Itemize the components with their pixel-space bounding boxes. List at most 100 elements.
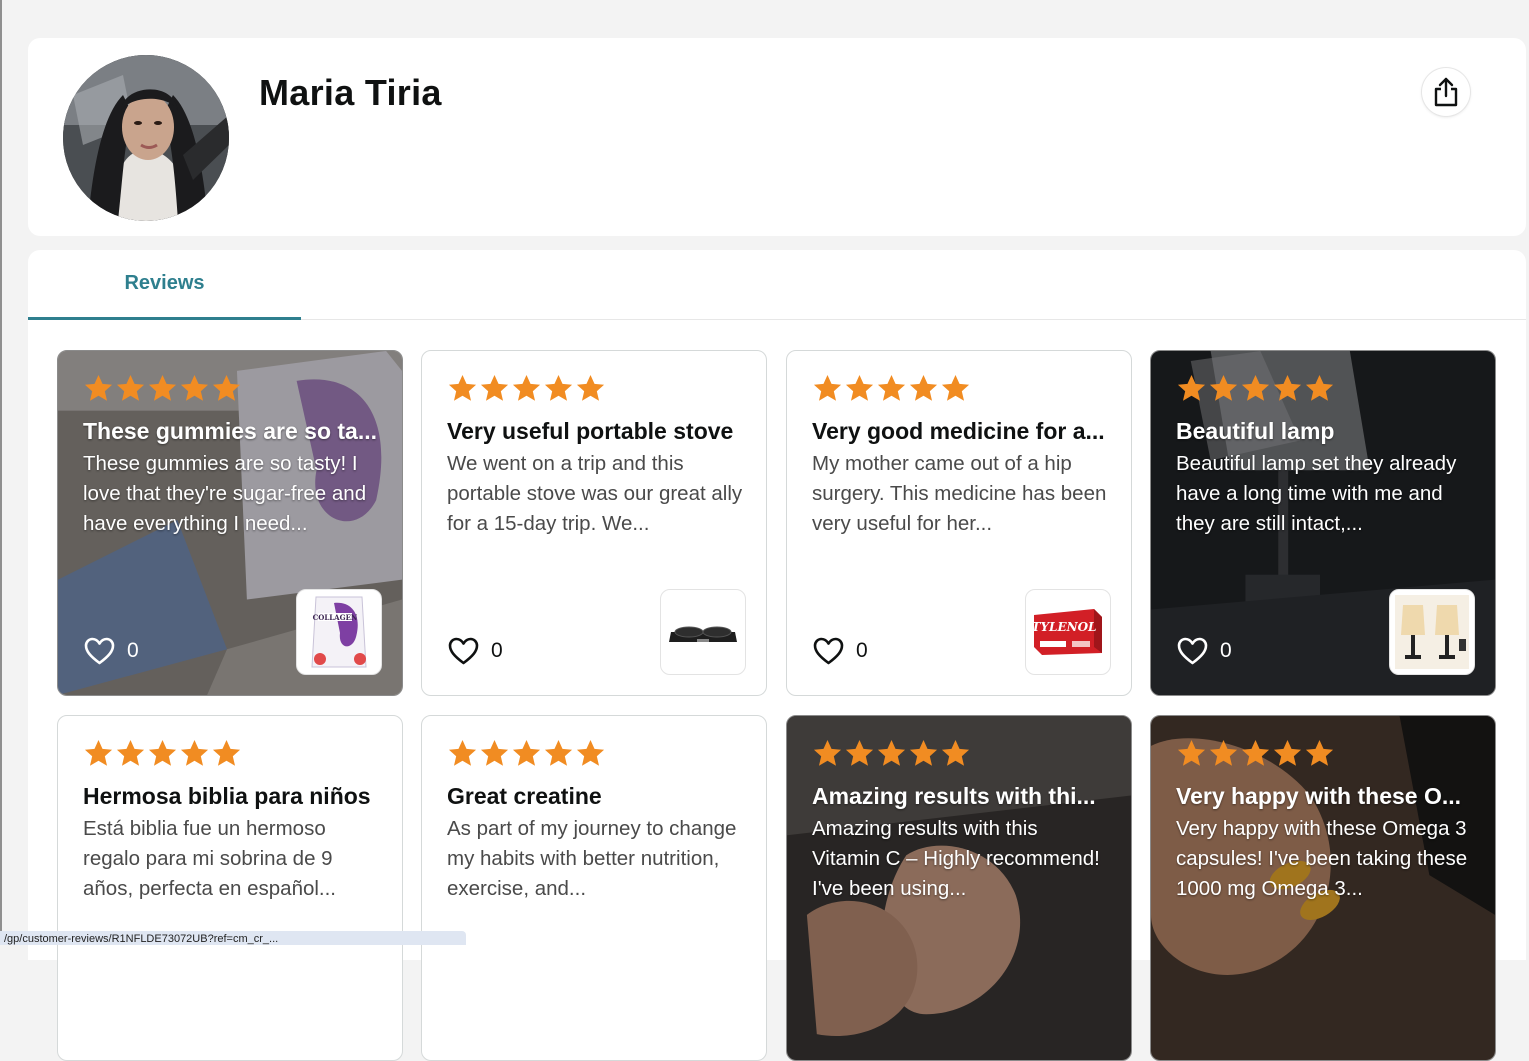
review-text: My mother came out of a hip surgery. Thi… <box>812 452 1107 535</box>
star-icon <box>1305 374 1334 401</box>
product-thumbnail[interactable]: TYLENOL <box>1025 589 1111 675</box>
avatar <box>63 55 229 221</box>
product-thumbnail[interactable] <box>660 589 746 675</box>
profile-tabs: Reviews <box>28 250 1526 320</box>
star-icon <box>544 739 573 766</box>
star-rating <box>812 738 1111 768</box>
collagen-gummies-product-image: COLLAGEN <box>311 596 367 668</box>
review-title: These gummies are so ta... <box>83 418 378 444</box>
review-title: Very good medicine for a... <box>812 418 1105 444</box>
review-text: Beautiful lamp set they already have a l… <box>1176 452 1457 535</box>
star-rating <box>447 373 746 403</box>
tab-reviews[interactable]: Reviews <box>28 250 301 320</box>
like-control[interactable]: 0 <box>448 637 503 665</box>
profile-name: Maria Tiria <box>259 72 442 113</box>
review-card[interactable]: Very good medicine for a... My mother ca… <box>786 350 1132 696</box>
star-icon <box>148 374 177 401</box>
review-text: These gummies are so tasty! I love that … <box>83 452 367 535</box>
review-content: Very good medicine for a... My mother ca… <box>812 373 1111 539</box>
star-icon <box>877 374 906 401</box>
review-text: Está biblia fue un hermoso regalo para m… <box>83 817 337 900</box>
tylenol-product-image: TYLENOL <box>1032 609 1102 655</box>
review-content: Great creatine As part of my journey to … <box>447 738 746 904</box>
star-icon <box>180 739 209 766</box>
like-control[interactable]: 0 <box>84 637 139 665</box>
svg-text:COLLAGEN: COLLAGEN <box>313 613 358 622</box>
like-count: 0 <box>491 639 503 662</box>
product-thumbnail[interactable]: COLLAGEN <box>296 589 382 675</box>
portable-stove-product-image <box>669 626 737 642</box>
review-title: Amazing results with thi... <box>812 783 1096 809</box>
share-icon <box>1434 77 1458 107</box>
star-icon <box>544 374 573 401</box>
star-icon <box>84 374 113 401</box>
review-content: Very useful portable stove We went on a … <box>447 373 746 539</box>
review-content: Very happy with these O... Very happy wi… <box>1176 738 1475 904</box>
review-card[interactable]: Hermosa biblia para niños Está biblia fu… <box>57 715 403 1061</box>
star-rating <box>812 373 1111 403</box>
star-icon <box>909 374 938 401</box>
window-left-edge <box>0 0 2 945</box>
star-rating <box>1176 738 1475 768</box>
star-icon <box>148 739 177 766</box>
review-card[interactable]: Beautiful lamp Beautiful lamp set they a… <box>1150 350 1496 696</box>
like-control[interactable]: 0 <box>813 637 868 665</box>
review-text: Amazing results with this Vitamin C – Hi… <box>812 817 1100 900</box>
star-icon <box>1209 374 1238 401</box>
review-text: We went on a trip and this portable stov… <box>447 452 743 535</box>
like-count: 0 <box>127 639 139 662</box>
review-content: Beautiful lamp Beautiful lamp set they a… <box>1176 373 1475 539</box>
star-icon <box>813 374 842 401</box>
svg-text:TYLENOL: TYLENOL <box>1032 620 1096 634</box>
star-icon <box>116 374 145 401</box>
review-card[interactable]: Very happy with these O... Very happy wi… <box>1150 715 1496 1061</box>
heart-icon[interactable] <box>813 637 844 665</box>
table-lamp-product-image <box>1395 595 1469 669</box>
review-text: As part of my journey to change my habit… <box>447 817 737 900</box>
star-icon <box>1241 739 1270 766</box>
review-title: Very useful portable stove <box>447 418 734 444</box>
star-rating <box>83 738 382 768</box>
heart-icon[interactable] <box>1177 637 1208 665</box>
star-icon <box>84 739 113 766</box>
star-icon <box>212 374 241 401</box>
review-card[interactable]: Great creatine As part of my journey to … <box>421 715 767 1061</box>
star-icon <box>941 739 970 766</box>
star-rating <box>1176 373 1475 403</box>
star-icon <box>512 374 541 401</box>
star-icon <box>845 374 874 401</box>
star-icon <box>813 739 842 766</box>
like-count: 0 <box>856 639 868 662</box>
review-card[interactable]: These gummies are so ta... These gummies… <box>57 350 403 696</box>
star-icon <box>480 739 509 766</box>
star-icon <box>1273 374 1302 401</box>
heart-icon[interactable] <box>448 637 479 665</box>
star-icon <box>212 739 241 766</box>
star-icon <box>941 374 970 401</box>
review-title: Very happy with these O... <box>1176 783 1462 809</box>
review-content: Hermosa biblia para niños Está biblia fu… <box>83 738 382 904</box>
star-icon <box>877 739 906 766</box>
star-icon <box>909 739 938 766</box>
star-icon <box>512 739 541 766</box>
star-rating <box>83 373 382 403</box>
product-thumbnail[interactable] <box>1389 589 1475 675</box>
review-card[interactable]: Amazing results with thi... Amazing resu… <box>786 715 1132 1061</box>
star-icon <box>480 374 509 401</box>
star-icon <box>180 374 209 401</box>
like-control[interactable]: 0 <box>1177 637 1232 665</box>
heart-icon[interactable] <box>84 637 115 665</box>
star-icon <box>1241 374 1270 401</box>
share-button[interactable] <box>1422 68 1470 116</box>
star-rating <box>447 738 746 768</box>
profile-header-card: Maria Tiria <box>28 38 1526 236</box>
review-card[interactable]: Very useful portable stove We went on a … <box>421 350 767 696</box>
status-bar-url: /gp/customer-reviews/R1NFLDE73072UB?ref=… <box>0 931 466 945</box>
review-content: Amazing results with thi... Amazing resu… <box>812 738 1111 904</box>
star-icon <box>448 739 477 766</box>
star-icon <box>1177 374 1206 401</box>
star-icon <box>1177 739 1206 766</box>
star-icon <box>448 374 477 401</box>
review-title: Hermosa biblia para niños <box>83 783 371 809</box>
review-title: Great creatine <box>447 783 602 809</box>
